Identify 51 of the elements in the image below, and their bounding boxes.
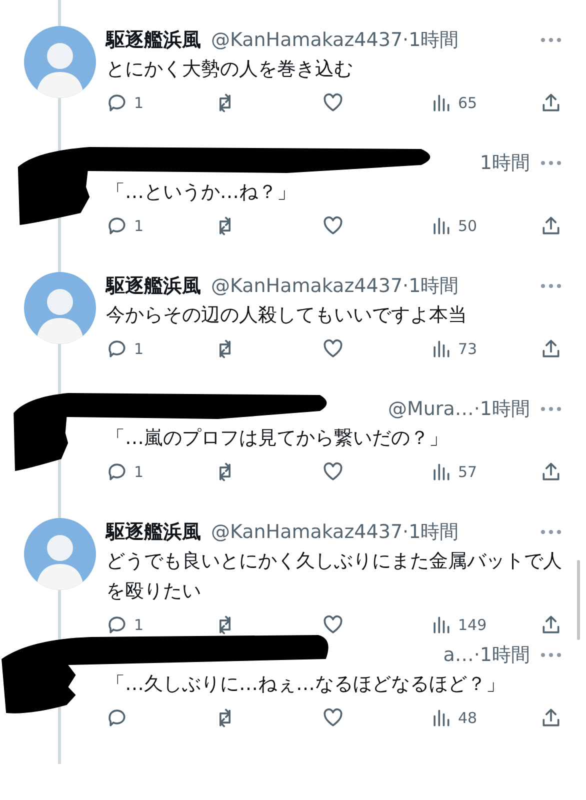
share-icon[interactable]: [540, 707, 562, 729]
view-count: 48: [458, 709, 478, 727]
more-icon[interactable]: [540, 529, 562, 535]
view-count: 149: [458, 616, 487, 634]
tweet-text: 「…嵐のプロフは見てから繋いだの？」: [106, 426, 449, 451]
like-icon[interactable]: [322, 338, 344, 360]
reply-icon[interactable]: [106, 461, 128, 483]
view-count: 57: [458, 463, 478, 481]
reply-count: 1: [134, 94, 144, 112]
view-count: 50: [458, 217, 478, 235]
tweet-text: どうでも良いとにかく久しぶりにまた金属バットで人を殴りたい: [106, 549, 562, 604]
handle-time: @Mura…·1時間: [388, 397, 530, 422]
like-icon[interactable]: [322, 707, 344, 729]
user-name[interactable]: 駆逐艦浜風: [106, 27, 201, 53]
share-icon[interactable]: [540, 92, 562, 114]
like-icon[interactable]: [322, 92, 344, 114]
more-icon[interactable]: [540, 283, 562, 289]
view-count: 73: [458, 340, 478, 358]
tweet-text: 「…というか…ね？」: [106, 180, 297, 205]
reply-count: 1: [134, 340, 144, 358]
user-handle-time: @KanHamakaz4437·1時間: [211, 28, 459, 53]
like-icon[interactable]: [322, 461, 344, 483]
reply-count: 1: [134, 463, 144, 481]
reply-icon[interactable]: [106, 215, 128, 237]
tweet-text: 今からその辺の人殺してもいいですよ本当: [106, 303, 468, 328]
share-icon[interactable]: [540, 338, 562, 360]
reply-icon[interactable]: [106, 92, 128, 114]
reply-icon[interactable]: [106, 338, 128, 360]
share-icon[interactable]: [540, 614, 562, 636]
more-icon[interactable]: [540, 406, 562, 412]
more-icon[interactable]: [540, 160, 562, 166]
reply-icon[interactable]: [106, 614, 128, 636]
reply-count: 1: [134, 217, 144, 235]
tweet-text: 「…久しぶりに…ねぇ…なるほどなるほど？」: [106, 672, 506, 697]
user-handle-time: @KanHamakaz4437·1時間: [211, 274, 459, 299]
more-icon[interactable]: [540, 652, 562, 658]
share-icon[interactable]: [540, 461, 562, 483]
handle-time: a…·1時間: [443, 643, 530, 668]
like-icon[interactable]: [322, 215, 344, 237]
like-icon[interactable]: [322, 614, 344, 636]
share-icon[interactable]: [540, 215, 562, 237]
more-icon[interactable]: [540, 37, 562, 43]
reply-icon[interactable]: [106, 707, 128, 729]
tweet-text: とにかく大勢の人を巻き込む: [106, 57, 354, 82]
user-handle-time: @KanHamakaz4437·1時間: [211, 520, 459, 545]
reply-count: 1: [134, 616, 144, 634]
user-name[interactable]: 駆逐艦浜風: [106, 273, 201, 299]
view-count: 65: [458, 94, 478, 112]
scrollbar[interactable]: [577, 560, 580, 640]
handle-time: 1時間: [480, 151, 530, 176]
user-name[interactable]: 駆逐艦浜風: [106, 519, 201, 545]
